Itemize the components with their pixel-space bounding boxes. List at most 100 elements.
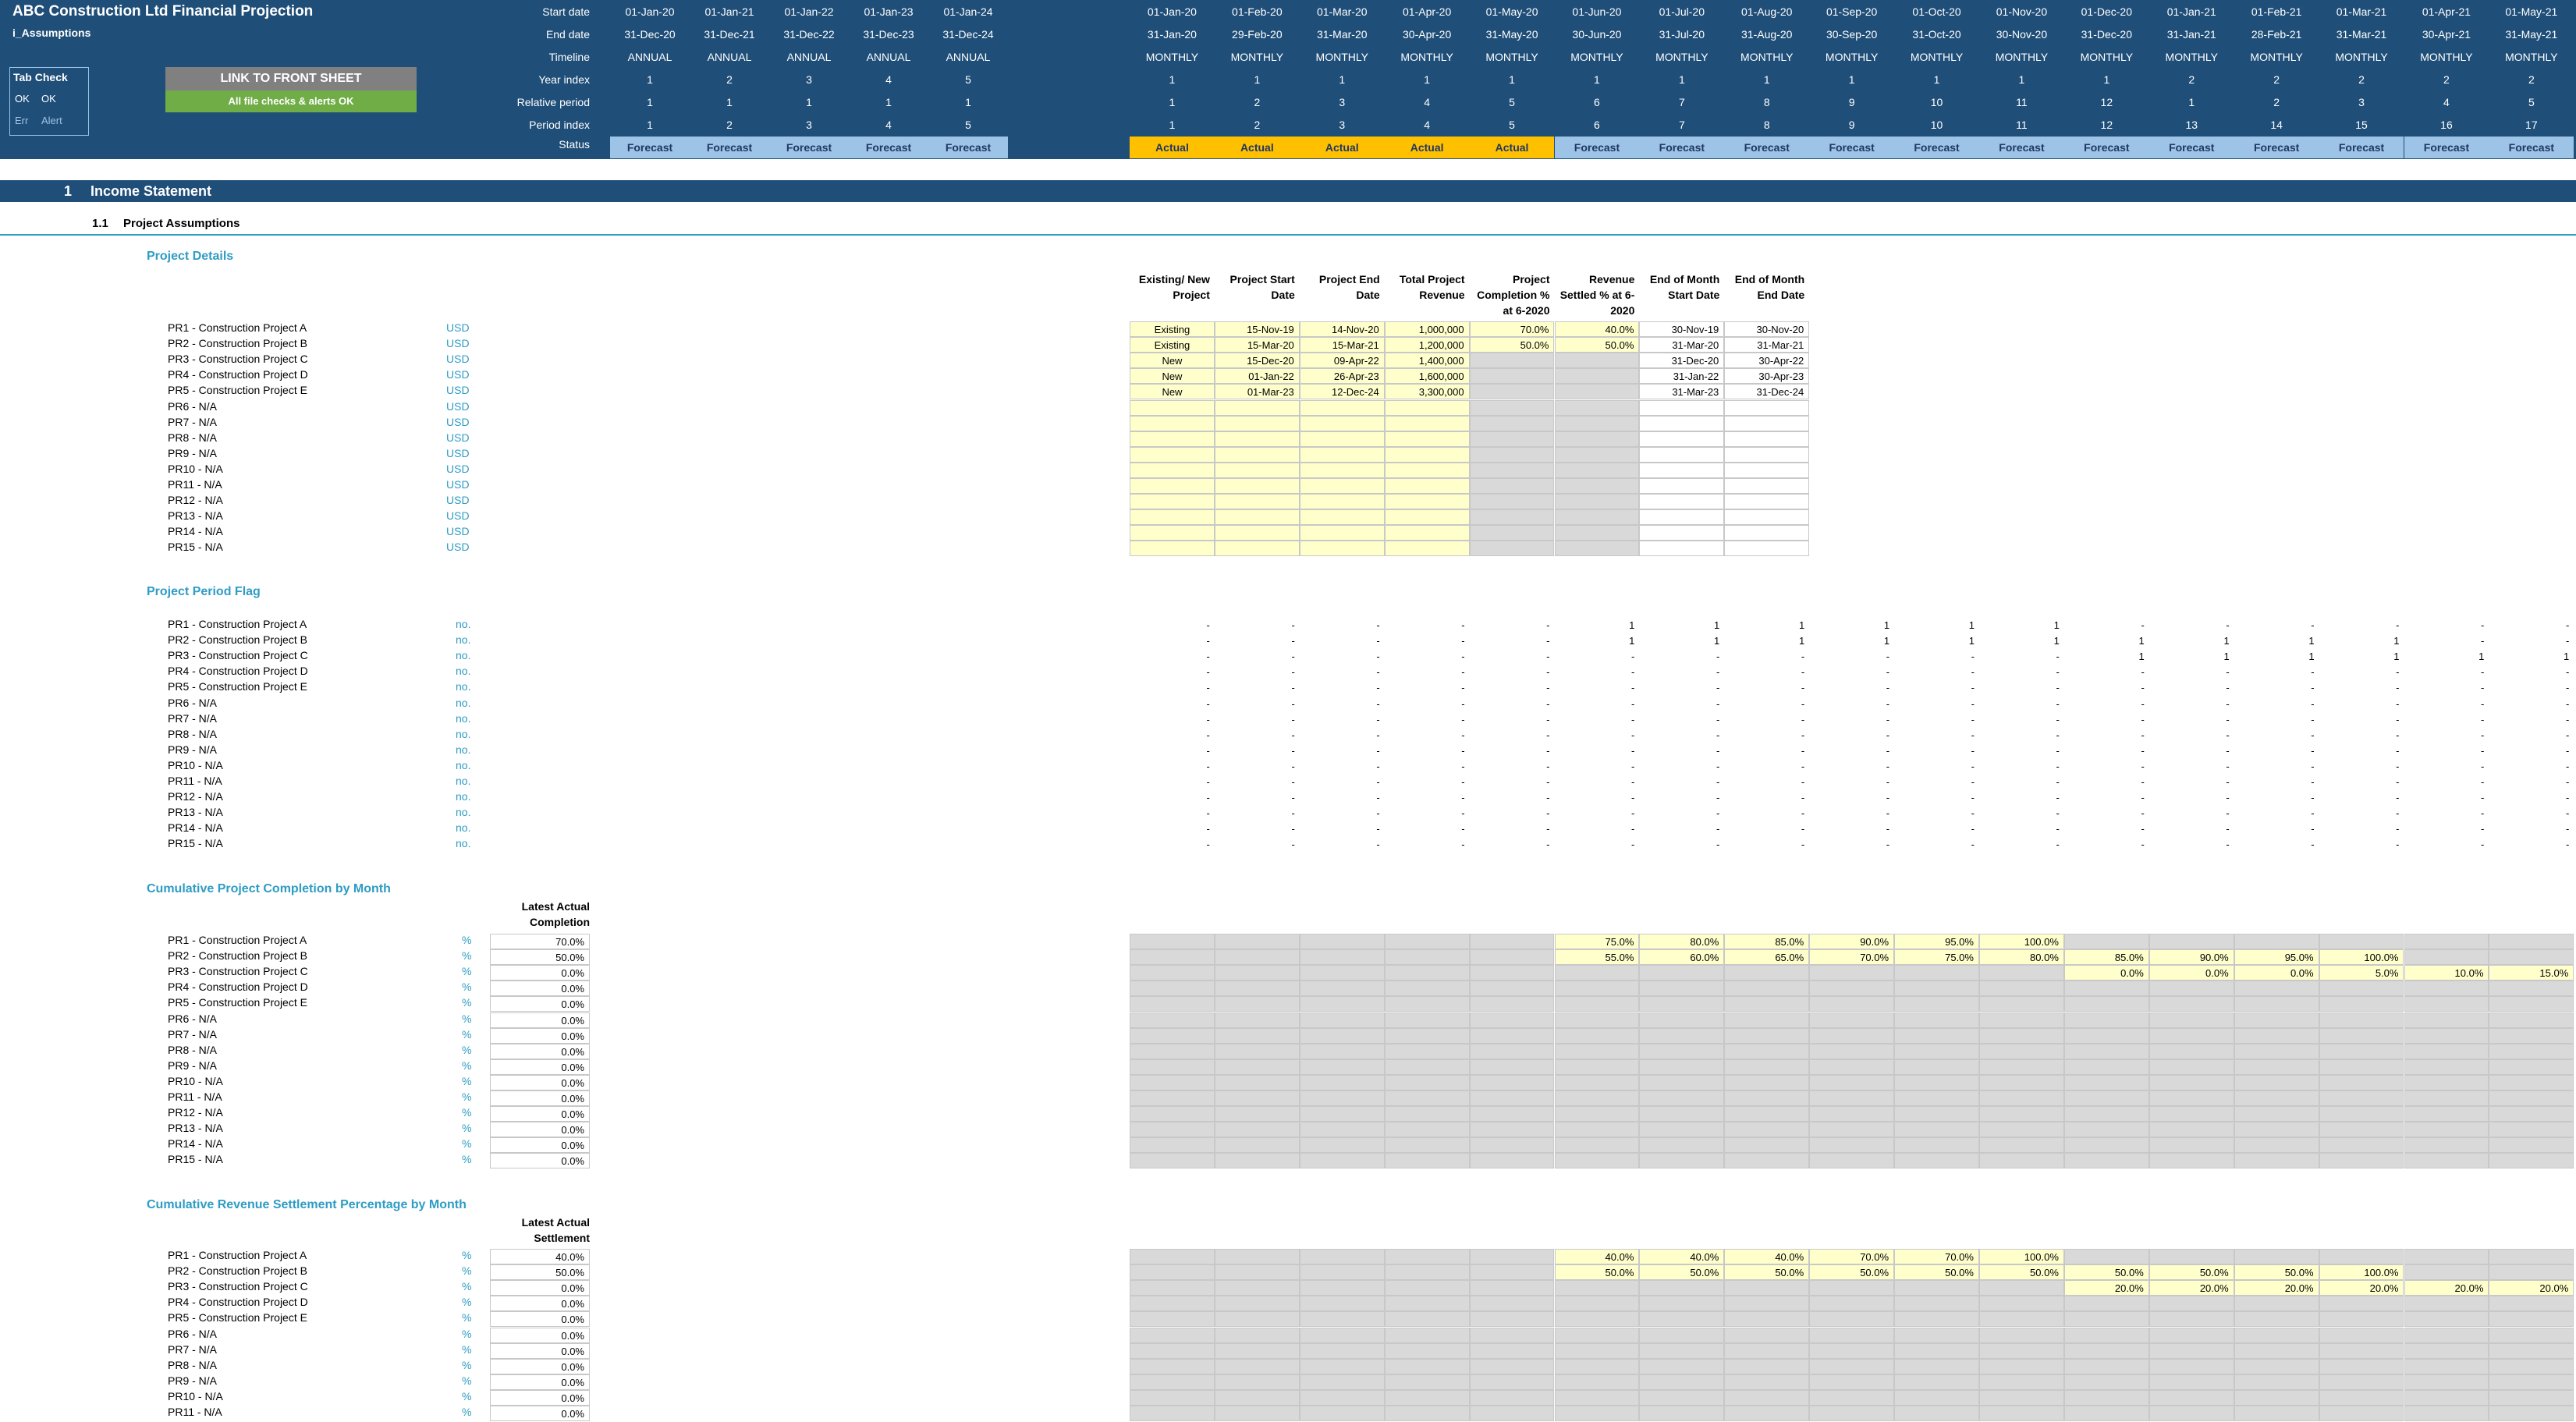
input-cell[interactable]: 50.0% [1639,1264,1725,1281]
input-cell[interactable]: 1,600,000 [1384,368,1470,385]
input-cell[interactable] [1130,525,1215,541]
input-cell[interactable]: 50.0% [1469,337,1555,353]
input-cell[interactable] [1554,353,1640,369]
input-cell[interactable] [1384,399,1470,416]
input-cell[interactable] [1384,462,1470,478]
input-cell[interactable]: 50.0% [2063,1264,2149,1281]
input-cell[interactable]: 0.0% [2234,965,2319,981]
input-cell[interactable]: 50.0% [1979,1264,2064,1281]
input-cell[interactable]: 20.0% [2234,1280,2319,1296]
input-cell[interactable]: 100.0% [2319,949,2404,966]
input-cell[interactable] [1384,446,1470,463]
input-cell[interactable] [1214,525,1300,541]
input-cell[interactable] [1384,541,1470,557]
input-cell[interactable]: 20.0% [2404,1280,2489,1296]
input-cell[interactable] [1299,525,1385,541]
input-cell[interactable] [1299,399,1385,416]
input-cell[interactable] [1554,541,1640,557]
input-cell[interactable]: 75.0% [1894,949,1979,966]
input-cell[interactable]: 20.0% [2063,1280,2149,1296]
input-cell[interactable]: 01-Jan-22 [1214,368,1300,385]
input-cell[interactable]: 15-Nov-19 [1214,321,1300,337]
input-cell[interactable] [1469,368,1555,385]
input-cell[interactable] [1214,478,1300,494]
input-cell[interactable]: 15.0% [2489,965,2574,981]
input-cell[interactable]: 0.0% [2063,965,2149,981]
input-cell[interactable]: 40.0% [1639,1249,1725,1264]
input-cell[interactable] [1214,446,1300,463]
input-cell[interactable] [1469,431,1555,447]
input-cell[interactable] [1299,431,1385,447]
input-cell[interactable] [1469,541,1555,557]
input-cell[interactable]: New [1130,353,1215,369]
input-cell[interactable] [1469,399,1555,416]
input-cell[interactable]: New [1130,368,1215,385]
input-cell[interactable] [1130,431,1215,447]
input-cell[interactable]: 0.0% [2148,965,2234,981]
input-cell[interactable] [1469,462,1555,478]
input-cell[interactable]: 70.0% [1809,949,1895,966]
input-cell[interactable]: 100.0% [1979,1249,2064,1264]
input-cell[interactable]: New [1130,384,1215,400]
input-cell[interactable] [1130,509,1215,526]
input-cell[interactable] [1299,509,1385,526]
input-cell[interactable]: 3,300,000 [1384,384,1470,400]
input-cell[interactable] [1130,541,1215,557]
input-cell[interactable] [1299,446,1385,463]
input-cell[interactable] [1299,541,1385,557]
input-cell[interactable] [1299,462,1385,478]
input-cell[interactable]: 5.0% [2319,965,2404,981]
input-cell[interactable]: 20.0% [2148,1280,2234,1296]
input-cell[interactable]: 15-Mar-20 [1214,337,1300,353]
input-cell[interactable]: 09-Apr-22 [1299,353,1385,369]
input-cell[interactable] [1469,494,1555,510]
input-cell[interactable] [1214,509,1300,526]
input-cell[interactable]: 90.0% [1809,934,1895,949]
input-cell[interactable]: 1,200,000 [1384,337,1470,353]
input-cell[interactable] [1384,509,1470,526]
input-cell[interactable] [1469,353,1555,369]
input-cell[interactable] [1554,415,1640,431]
input-cell[interactable] [1469,478,1555,494]
input-cell[interactable]: 1,000,000 [1384,321,1470,337]
input-cell[interactable]: 50.0% [1809,1264,1895,1281]
input-cell[interactable] [1299,415,1385,431]
input-cell[interactable]: 95.0% [2234,949,2319,966]
input-cell[interactable]: 85.0% [1724,934,1810,949]
input-cell[interactable]: 50.0% [1894,1264,1979,1281]
input-cell[interactable]: 15-Dec-20 [1214,353,1300,369]
input-cell[interactable] [1554,446,1640,463]
input-cell[interactable] [1554,478,1640,494]
input-cell[interactable]: 90.0% [2148,949,2234,966]
input-cell[interactable]: 40.0% [1554,321,1640,337]
input-cell[interactable]: 50.0% [2234,1264,2319,1281]
input-cell[interactable]: 40.0% [1554,1249,1640,1264]
input-cell[interactable] [1130,462,1215,478]
input-cell[interactable]: 95.0% [1894,934,1979,949]
input-cell[interactable] [1299,478,1385,494]
input-cell[interactable]: 50.0% [2148,1264,2234,1281]
input-cell[interactable] [1384,431,1470,447]
input-cell[interactable] [1214,494,1300,510]
input-cell[interactable] [1130,494,1215,510]
input-cell[interactable] [1469,446,1555,463]
input-cell[interactable] [1384,494,1470,510]
input-cell[interactable] [1130,446,1215,463]
input-cell[interactable]: 70.0% [1809,1249,1895,1264]
input-cell[interactable] [1554,384,1640,400]
input-cell[interactable] [1554,494,1640,510]
input-cell[interactable] [1384,478,1470,494]
input-cell[interactable] [1554,399,1640,416]
input-cell[interactable] [1130,478,1215,494]
input-cell[interactable] [1384,525,1470,541]
input-cell[interactable]: Existing [1130,337,1215,353]
input-cell[interactable] [1214,541,1300,557]
input-cell[interactable]: 75.0% [1554,934,1640,949]
input-cell[interactable] [1469,509,1555,526]
input-cell[interactable] [1554,431,1640,447]
input-cell[interactable] [1214,415,1300,431]
link-to-front-sheet-button[interactable]: LINK TO FRONT SHEET [165,67,417,90]
input-cell[interactable]: 14-Nov-20 [1299,321,1385,337]
input-cell[interactable]: 20.0% [2319,1280,2404,1296]
input-cell[interactable]: 50.0% [1724,1264,1810,1281]
